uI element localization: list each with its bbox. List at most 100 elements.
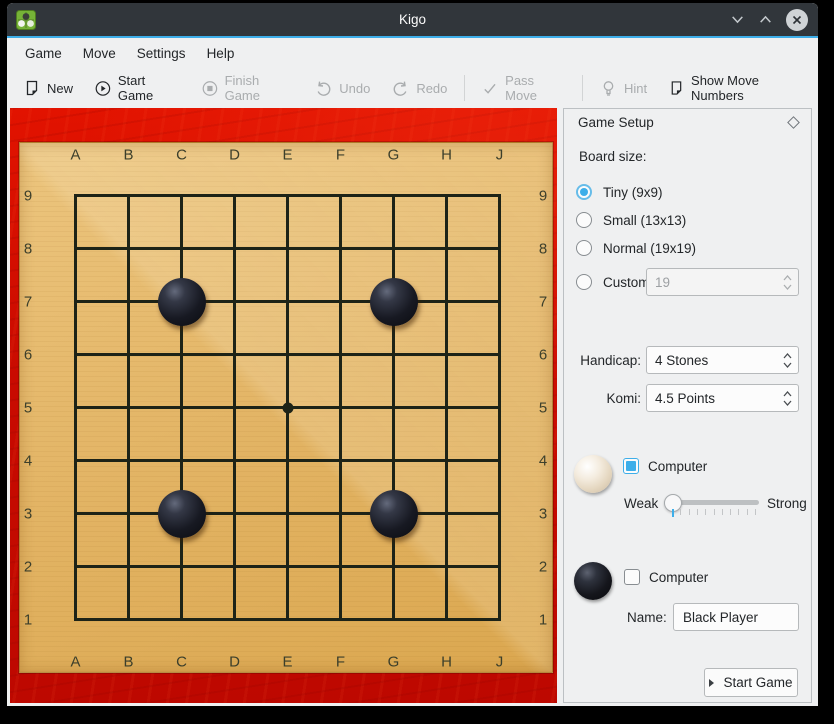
board-row-label: 1 <box>24 611 32 628</box>
radio-tiny-label: Tiny (9x9) <box>603 185 663 200</box>
board-row-label: 4 <box>24 452 32 469</box>
board-column-label: G <box>388 654 400 671</box>
board-grid-line <box>392 194 395 621</box>
board-grid-line <box>74 618 501 621</box>
board-grid-line <box>498 194 501 621</box>
board-grid-line <box>74 459 501 462</box>
board-column-label: D <box>229 654 240 671</box>
start-game-panel-button[interactable]: Start Game <box>704 668 798 697</box>
redo-button[interactable]: Redo <box>381 73 458 103</box>
play-arrow-icon <box>709 679 714 687</box>
board-column-label: D <box>229 147 240 164</box>
board-column-label: C <box>176 147 187 164</box>
board-row-label: 8 <box>539 240 547 257</box>
board-row-label: 6 <box>539 346 547 363</box>
go-stone-black <box>370 278 418 326</box>
minimize-icon[interactable] <box>730 12 745 27</box>
spin-arrows-icon[interactable] <box>776 391 798 406</box>
black-name-input[interactable]: Black Player <box>673 603 799 631</box>
board-column-label: A <box>70 147 80 164</box>
board-column-label: A <box>70 654 80 671</box>
slider-tick <box>705 509 706 515</box>
toolbar-separator <box>582 75 583 101</box>
dock-float-icon[interactable] <box>787 116 800 129</box>
board-column-label: C <box>176 654 187 671</box>
panel-title: Game Setup <box>578 115 654 130</box>
toolbar: New Start Game Finish Game Undo <box>7 68 818 108</box>
maximize-icon[interactable] <box>758 12 773 27</box>
document-icon <box>24 80 40 96</box>
spin-arrows-icon[interactable] <box>776 353 798 368</box>
board-row-label: 4 <box>539 452 547 469</box>
radio-small[interactable] <box>576 212 592 228</box>
radio-custom[interactable] <box>576 274 592 290</box>
board-grid-line <box>74 565 501 568</box>
slider-tick <box>697 509 698 515</box>
board-row-label: 6 <box>24 346 32 363</box>
hint-button[interactable]: Hint <box>589 73 658 103</box>
titlebar: Kigo <box>7 3 818 36</box>
menu-game[interactable]: Game <box>25 46 62 61</box>
board-column-label: H <box>441 147 452 164</box>
white-computer-checkbox[interactable] <box>623 458 639 474</box>
komi-spinbox[interactable]: 4.5 Points <box>646 384 799 412</box>
menu-settings[interactable]: Settings <box>137 46 186 61</box>
board-row-label: 7 <box>539 293 547 310</box>
stop-icon <box>202 80 218 97</box>
radio-normal[interactable] <box>576 240 592 256</box>
komi-label: Komi: <box>564 391 641 406</box>
check-icon <box>482 80 498 97</box>
slider-tick <box>747 509 748 515</box>
board-column-label: J <box>496 147 504 164</box>
toolbar-separator <box>464 75 465 101</box>
go-stone-black <box>158 490 206 538</box>
black-computer-checkbox[interactable] <box>624 569 640 585</box>
start-game-button[interactable]: Start Game <box>84 73 191 103</box>
undo-button[interactable]: Undo <box>304 73 381 103</box>
slider-position-tick <box>672 509 674 517</box>
menubar: Game Move Settings Help <box>7 38 818 68</box>
black-name-label: Name: <box>627 610 667 625</box>
white-stone-image <box>574 455 612 493</box>
slider-tick <box>722 509 723 515</box>
handicap-label: Handicap: <box>564 353 641 368</box>
board-grid-line <box>445 194 448 621</box>
finish-game-button[interactable]: Finish Game <box>191 73 305 103</box>
black-stone-image <box>574 562 612 600</box>
board-row-label: 5 <box>24 399 32 416</box>
menu-move[interactable]: Move <box>83 46 116 61</box>
menu-help[interactable]: Help <box>207 46 235 61</box>
board-column-label: J <box>496 654 504 671</box>
move-numbers-icon <box>669 80 684 96</box>
radio-small-label: Small (13x13) <box>603 213 686 228</box>
close-icon[interactable] <box>786 9 808 31</box>
board-row-label: 5 <box>539 399 547 416</box>
strength-weak-label: Weak <box>624 496 658 511</box>
white-computer-label: Computer <box>648 459 707 474</box>
board-column-label: B <box>123 654 133 671</box>
board-size-label: Board size: <box>579 149 647 164</box>
board-column-label: H <box>441 654 452 671</box>
board-row-label: 9 <box>539 187 547 204</box>
undo-icon <box>315 80 332 97</box>
radio-normal-label: Normal (19x19) <box>603 241 696 256</box>
board-column-label: E <box>282 147 292 164</box>
slider-tick <box>730 509 731 515</box>
go-stone-black <box>158 278 206 326</box>
board-row-label: 2 <box>24 558 32 575</box>
board-column-label: G <box>388 147 400 164</box>
black-computer-label: Computer <box>649 570 708 585</box>
board-row-label: 9 <box>24 187 32 204</box>
board-row-label: 3 <box>539 505 547 522</box>
radio-tiny[interactable] <box>576 184 592 200</box>
board-view: AABBCCDDEEFFGGHHJJ998877665544332211 <box>10 108 557 703</box>
go-stone-black <box>370 490 418 538</box>
handicap-spinbox[interactable]: 4 Stones <box>646 346 799 374</box>
new-button[interactable]: New <box>13 73 84 103</box>
show-move-numbers-button[interactable]: Show Move Numbers <box>658 73 818 103</box>
pass-move-button[interactable]: Pass Move <box>471 73 576 103</box>
redo-icon <box>392 80 409 97</box>
slider-tick <box>680 509 681 515</box>
custom-size-spinbox[interactable]: 19 <box>646 268 799 296</box>
spin-arrows-icon[interactable] <box>776 275 798 290</box>
